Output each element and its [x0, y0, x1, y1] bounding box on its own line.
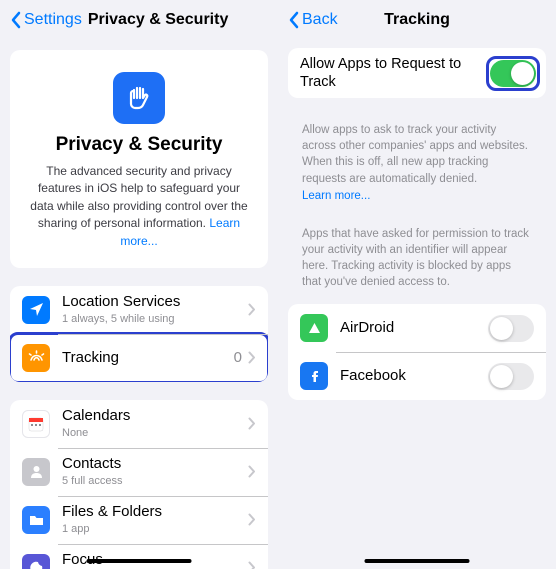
intro-title: Privacy & Security: [26, 134, 252, 156]
row-label: Location Services: [62, 293, 248, 312]
tracking-screen: Back Tracking Allow Apps to Request to T…: [278, 0, 556, 569]
row-sub: None: [62, 427, 248, 441]
airdroid-toggle[interactable]: [488, 315, 534, 342]
calendar-icon: [22, 410, 50, 438]
row-sub: 5 full access: [62, 475, 248, 489]
back-button[interactable]: Settings: [10, 11, 82, 29]
back-label: Settings: [24, 11, 82, 29]
row-allow-apps-to-request: Allow Apps to Request to Track: [288, 48, 546, 98]
location-icon: [22, 296, 50, 324]
home-indicator[interactable]: [365, 559, 470, 563]
toggle-highlight: [488, 58, 538, 89]
row-sub: 1 always, 5 while using: [62, 313, 248, 327]
home-indicator[interactable]: [87, 559, 192, 563]
row-contacts[interactable]: Contacts 5 full access: [10, 448, 268, 496]
folder-icon: [22, 506, 50, 534]
back-label: Back: [302, 11, 338, 29]
chevron-left-icon: [288, 11, 300, 29]
privacy-security-screen: Settings Privacy & Security Privacy & Se…: [0, 0, 278, 569]
contacts-icon: [22, 458, 50, 486]
group-tracking-apps: AirDroid Facebook: [288, 304, 546, 400]
row-tracking[interactable]: Tracking 0: [10, 334, 268, 382]
row-label: Contacts: [62, 455, 248, 474]
intro-desc: The advanced security and privacy featur…: [26, 163, 252, 250]
group-tracking-location: Location Services 1 always, 5 while usin…: [10, 286, 268, 382]
row-label: Facebook: [340, 367, 488, 386]
airdroid-icon: [300, 314, 328, 342]
row-airdroid: AirDroid: [288, 304, 546, 352]
row-value: 0: [234, 349, 242, 366]
chevron-right-icon: [248, 561, 256, 569]
row-files-folders[interactable]: Files & Folders 1 app: [10, 496, 268, 544]
content: Privacy & Security The advanced security…: [0, 40, 278, 569]
row-facebook: Facebook: [288, 352, 546, 400]
chevron-right-icon: [248, 465, 256, 478]
chevron-left-icon: [10, 11, 22, 29]
facebook-toggle[interactable]: [488, 363, 534, 390]
chevron-right-icon: [248, 351, 256, 364]
page-title: Tracking: [384, 11, 450, 29]
footer-allow-desc: Allow apps to ask to track your activity…: [288, 116, 546, 217]
row-label: Allow Apps to Request to Track: [300, 55, 488, 91]
navbar: Back Tracking: [278, 0, 556, 40]
learn-more-link[interactable]: Learn more...: [302, 188, 532, 204]
footer-apps-desc: Apps that have asked for permission to t…: [288, 218, 546, 304]
navbar: Settings Privacy & Security: [0, 0, 278, 40]
group-allow: Allow Apps to Request to Track: [288, 48, 546, 98]
row-sub: 1 app: [62, 523, 248, 537]
content: Allow Apps to Request to Track Allow app…: [278, 40, 556, 569]
page-title: Privacy & Security: [88, 11, 229, 29]
row-calendars[interactable]: Calendars None: [10, 400, 268, 448]
back-button[interactable]: Back: [288, 11, 338, 29]
tracking-icon: [22, 344, 50, 372]
row-label: AirDroid: [340, 319, 488, 338]
row-label: Tracking: [62, 349, 234, 368]
facebook-icon: [300, 362, 328, 390]
row-focus[interactable]: Focus 1 app: [10, 544, 268, 569]
focus-icon: [22, 554, 50, 569]
row-location-services[interactable]: Location Services 1 always, 5 while usin…: [10, 286, 268, 334]
intro-card: Privacy & Security The advanced security…: [10, 50, 268, 268]
chevron-right-icon: [248, 513, 256, 526]
allow-tracking-toggle[interactable]: [490, 60, 536, 87]
row-label: Calendars: [62, 407, 248, 426]
chevron-right-icon: [248, 417, 256, 430]
chevron-right-icon: [248, 303, 256, 316]
row-label: Files & Folders: [62, 503, 248, 522]
group-apps: Calendars None Contacts 5 full access: [10, 400, 268, 569]
hand-icon: [113, 72, 165, 124]
